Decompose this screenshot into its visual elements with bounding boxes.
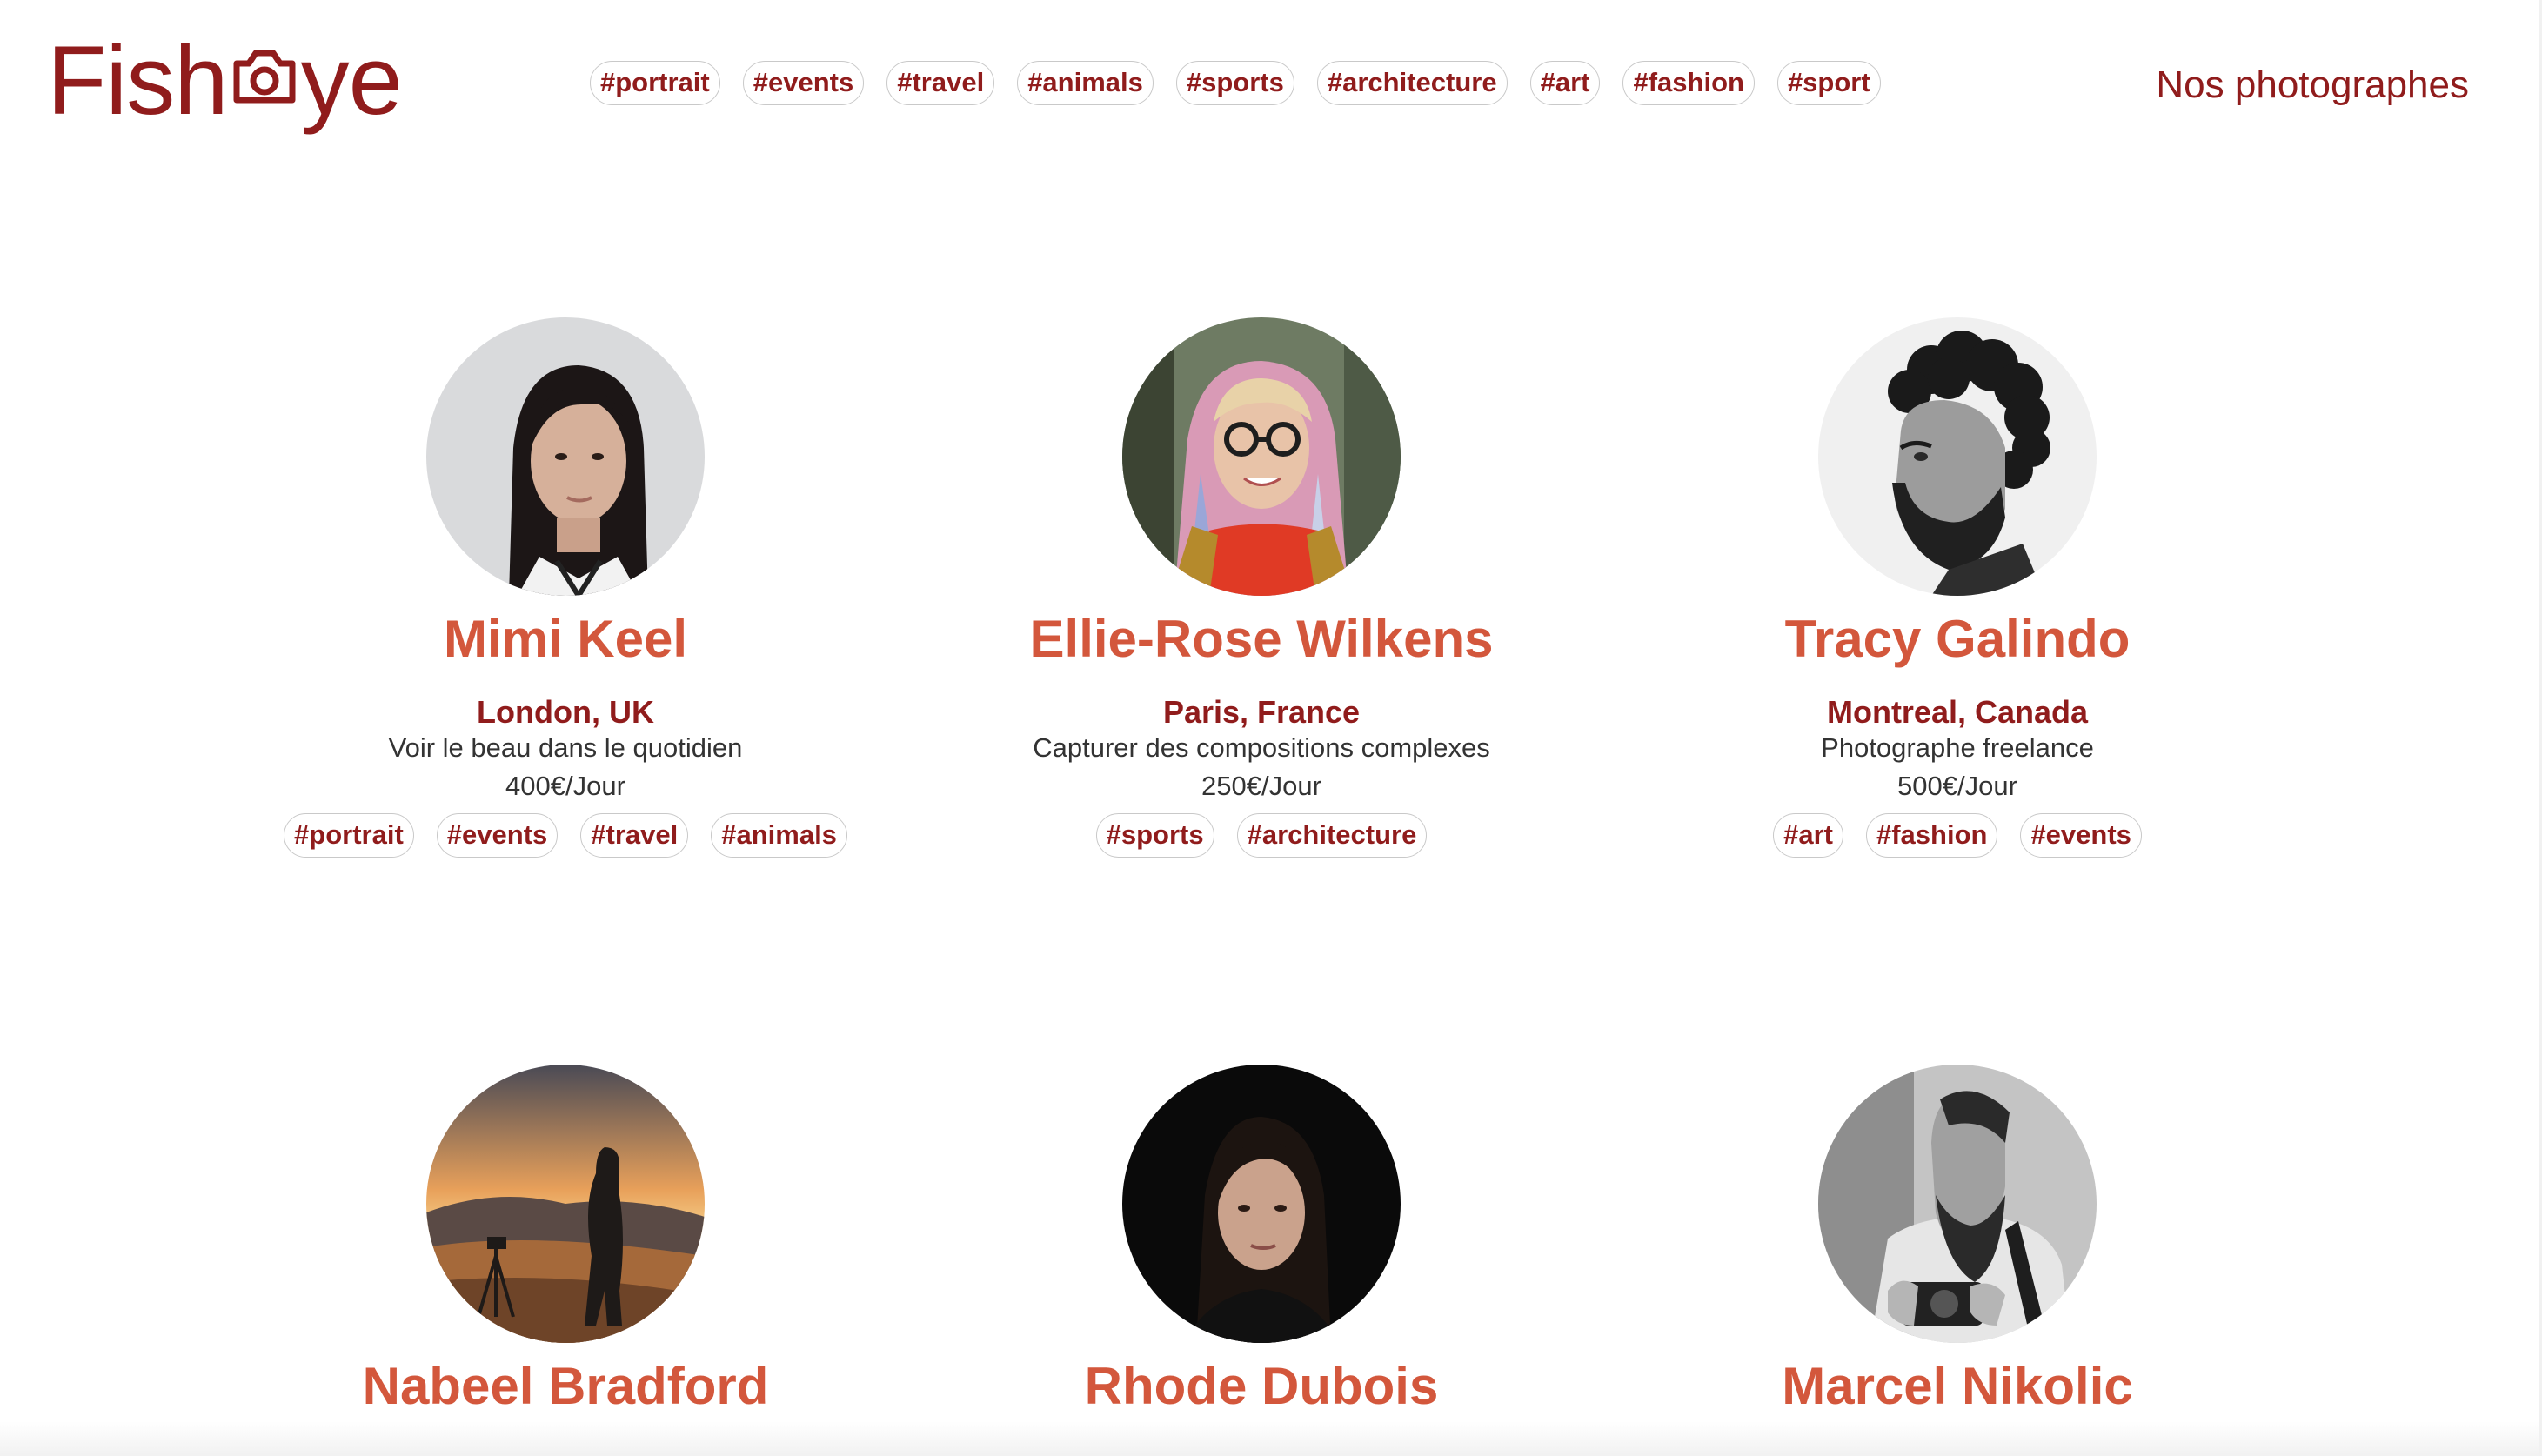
photographer-card: Tracy Galindo Montreal, Canada Photograp… (1609, 317, 2305, 872)
photographer-price: 400€/Jour (505, 771, 625, 801)
photographer-location: Montreal, Canada (1826, 694, 2089, 730)
scrollbar-track[interactable] (2539, 0, 2542, 1456)
photographer-card: Mimi Keel London, UK Voir le beau dans l… (217, 317, 913, 872)
photographer-tag[interactable]: #travel (580, 813, 689, 858)
page-bottom-fade (0, 1421, 2542, 1456)
photographer-tag[interactable]: #sports (1095, 813, 1214, 858)
photographer-card: Ellie-Rose Wilkens Paris, France Capture… (913, 317, 1609, 872)
photographer-tag[interactable]: #animals (711, 813, 847, 858)
photographer-tagline: Capturer des compositions complexes (1033, 732, 1490, 763)
photographer-price: 500€/Jour (1897, 771, 2017, 801)
photographer-name[interactable]: Tracy Galindo (1785, 608, 2131, 671)
photographer-name[interactable]: Ellie-Rose Wilkens (1030, 608, 1494, 671)
photographer-name[interactable]: Mimi Keel (444, 608, 687, 671)
photographer-location: Paris, France (1162, 694, 1361, 730)
photographer-tag-list: #art #fashion #events (1773, 813, 2142, 858)
photographer-tag[interactable]: #fashion (1865, 813, 1998, 858)
photographer-name[interactable]: Marcel Nikolic (1782, 1355, 2133, 1418)
page: Fish ye #portrait #events #travel #anima… (0, 0, 2542, 1456)
photographer-tagline: Photographe freelance (1821, 732, 2094, 763)
photographer-avatar[interactable] (1818, 1065, 2097, 1343)
photographer-card: Marcel Nikolic (1609, 1065, 2305, 1418)
photographer-card: Rhode Dubois (913, 1065, 1609, 1418)
photographer-tagline: Voir le beau dans le quotidien (388, 732, 743, 763)
photographer-location: London, UK (477, 694, 654, 730)
photographer-tag[interactable]: #portrait (284, 813, 414, 858)
photographer-name[interactable]: Nabeel Bradford (363, 1355, 769, 1418)
photographer-tag-list: #portrait #events #travel #animals (284, 813, 847, 858)
photographer-avatar[interactable] (1818, 317, 2097, 596)
photographer-avatar[interactable] (426, 317, 705, 596)
photographer-avatar[interactable] (426, 1065, 705, 1343)
photographer-tag[interactable]: #architecture (1236, 813, 1428, 858)
photographer-name[interactable]: Rhode Dubois (1085, 1355, 1439, 1418)
photographer-avatar[interactable] (1122, 1065, 1401, 1343)
photographer-avatar[interactable] (1122, 317, 1401, 596)
photographer-price: 250€/Jour (1201, 771, 1321, 801)
photographer-tag[interactable]: #events (436, 813, 559, 858)
photographer-card: Nabeel Bradford (217, 1065, 913, 1418)
photographer-tag[interactable]: #events (2020, 813, 2142, 858)
photographer-grid: Mimi Keel London, UK Voir le beau dans l… (0, 0, 2542, 1456)
photographer-tag[interactable]: #art (1773, 813, 1843, 858)
photographer-tag-list: #sports #architecture (1095, 813, 1428, 858)
